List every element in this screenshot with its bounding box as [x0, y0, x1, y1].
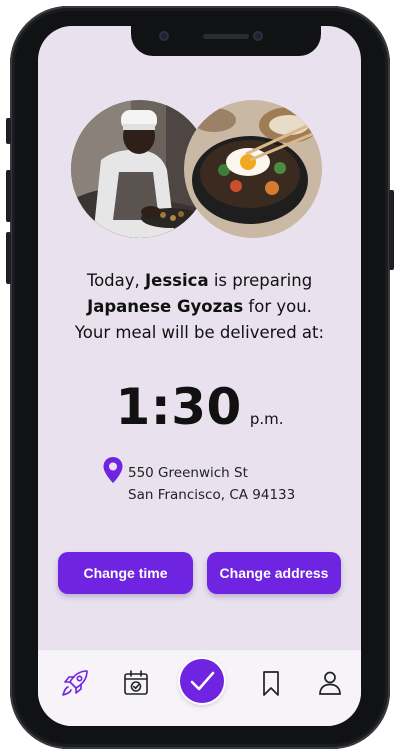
- location-pin-icon: [102, 456, 124, 484]
- bookmark-icon: [263, 671, 279, 696]
- phone-mute-switch: [6, 118, 11, 144]
- dish-name: Japanese Gyozas: [87, 297, 244, 316]
- delivery-address: 550 Greenwich St San Francisco, CA 94133: [128, 462, 295, 506]
- check-icon: [190, 671, 215, 691]
- delivery-time-period: p.m.: [249, 410, 284, 428]
- rocket-icon: [62, 670, 88, 696]
- address-line-1: 550 Greenwich St: [128, 465, 248, 481]
- tab-profile[interactable]: [315, 668, 345, 698]
- change-time-button[interactable]: Change time: [58, 552, 193, 594]
- tab-calendar[interactable]: [121, 668, 151, 698]
- bottom-tab-bar: [38, 650, 361, 726]
- message-line-3: Your meal will be delivered at:: [74, 323, 325, 342]
- delivery-time-value: 1:30: [115, 378, 242, 436]
- tab-rocket[interactable]: [60, 668, 90, 698]
- address-line-2: San Francisco, CA 94133: [128, 487, 296, 503]
- user-icon: [319, 671, 341, 695]
- app-screen: Today, Jessica is preparing Japanese Gyo…: [38, 26, 361, 726]
- delivery-message: Today, Jessica is preparing Japanese Gyo…: [38, 268, 361, 346]
- tab-check[interactable]: [180, 659, 224, 703]
- change-address-button[interactable]: Change address: [207, 552, 341, 594]
- phone-power-button: [389, 190, 394, 270]
- tab-bookmark[interactable]: [256, 668, 286, 698]
- chef-name: Jessica: [145, 271, 209, 290]
- calendar-check-icon: [124, 670, 148, 695]
- phone-volume-up: [6, 170, 11, 222]
- delivery-time: 1:30 p.m.: [38, 378, 361, 436]
- phone-volume-down: [6, 232, 11, 284]
- phone-notch: [131, 26, 321, 56]
- message-line-2: Japanese Gyozas for you.: [87, 297, 312, 316]
- dish-photo: [184, 100, 322, 238]
- message-line-1: Today, Jessica is preparing: [86, 271, 313, 290]
